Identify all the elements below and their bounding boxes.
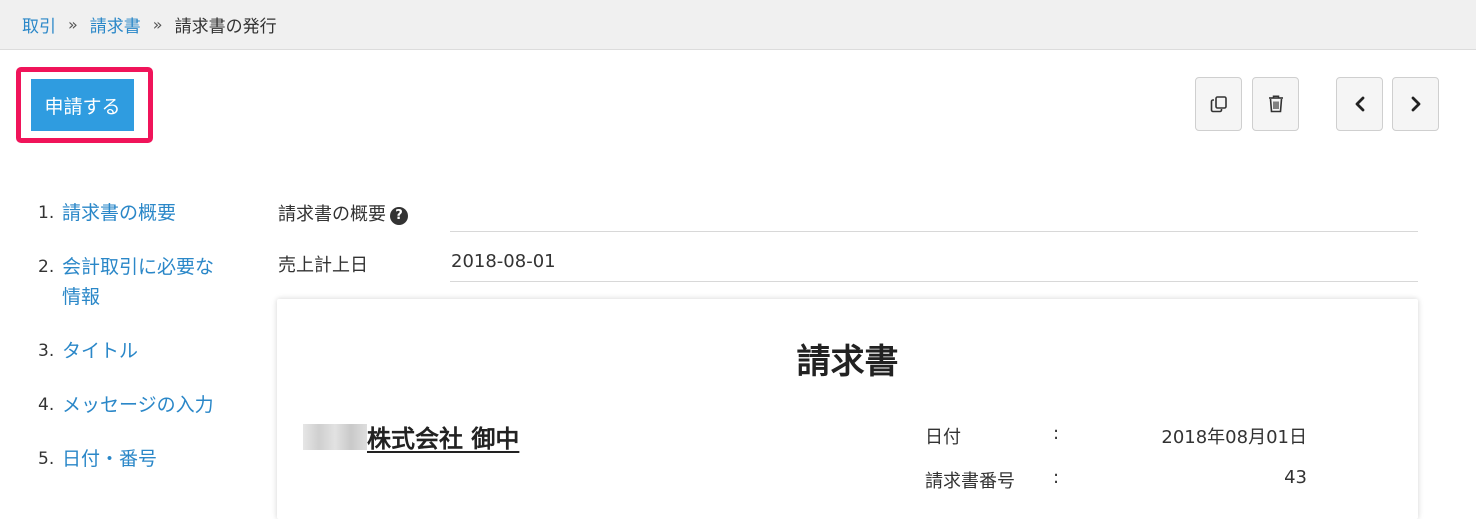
divider xyxy=(450,281,1418,282)
overview-section-label: 請求書の概要 xyxy=(278,204,386,225)
overview-section-heading: 請求書の概要? xyxy=(278,200,408,226)
breadcrumb-current: 請求書の発行 xyxy=(174,17,277,37)
section-nav-item[interactable]: 4. メッセージの入力 xyxy=(38,390,238,420)
invoice-date-label: 日付 xyxy=(925,427,961,448)
breadcrumb-separator: » xyxy=(68,15,78,34)
section-nav-number: 4. xyxy=(38,395,55,415)
chevron-left-icon xyxy=(1353,96,1367,112)
section-nav-number: 5. xyxy=(38,449,55,469)
invoice-number-value: 43 xyxy=(1284,467,1307,488)
section-nav-item[interactable]: 2. 会計取引に必要な情報 xyxy=(38,252,223,312)
trash-icon xyxy=(1267,94,1285,114)
divider xyxy=(450,231,1418,232)
section-nav-number: 3. xyxy=(38,341,55,361)
breadcrumb: 取引 » 請求書 » 請求書の発行 xyxy=(0,0,1476,50)
section-nav: 1. 請求書の概要 2. 会計取引に必要な情報 3. タイトル 4. メッセージ… xyxy=(38,198,238,474)
section-nav-number: 1. xyxy=(38,203,55,223)
copy-icon xyxy=(1209,94,1229,114)
breadcrumb-separator: » xyxy=(152,15,163,34)
copy-button[interactable] xyxy=(1195,77,1242,131)
section-nav-item[interactable]: 1. 請求書の概要 xyxy=(38,198,238,228)
section-nav-link-title[interactable]: タイトル xyxy=(62,336,138,366)
sales-date-value: 2018-08-01 xyxy=(451,251,556,272)
section-nav-number: 2. xyxy=(38,257,55,277)
section-nav-link-overview[interactable]: 請求書の概要 xyxy=(62,198,176,228)
colon: : xyxy=(1053,423,1060,444)
sales-date-label: 売上計上日 xyxy=(278,255,368,276)
section-nav-link-message[interactable]: メッセージの入力 xyxy=(62,390,214,420)
invoice-date-value: 2018年08月01日 xyxy=(1161,427,1307,448)
question-circle-icon[interactable]: ? xyxy=(390,207,408,225)
invoice-title: 請求書 xyxy=(796,342,899,382)
delete-button[interactable] xyxy=(1252,77,1299,131)
next-button[interactable] xyxy=(1392,77,1439,131)
section-nav-link-accounting-info[interactable]: 会計取引に必要な情報 xyxy=(62,252,223,312)
section-nav-link-date-number[interactable]: 日付・番号 xyxy=(62,444,157,474)
breadcrumb-link-invoices[interactable]: 請求書 xyxy=(90,12,141,37)
previous-button[interactable] xyxy=(1336,77,1383,131)
invoice-recipient: 株式会社 御中 xyxy=(367,425,520,453)
colon: : xyxy=(1053,467,1060,488)
chevron-right-icon xyxy=(1409,96,1423,112)
invoice-preview: 請求書 株式会社 御中 日付 : 2018年08月01日 請求書番号 : 43 xyxy=(277,299,1418,519)
section-nav-item[interactable]: 5. 日付・番号 xyxy=(38,444,238,474)
apply-button[interactable]: 申請する xyxy=(28,79,137,131)
section-nav-item[interactable]: 3. タイトル xyxy=(38,336,238,366)
redacted-company-name xyxy=(303,424,367,450)
breadcrumb-link-transactions[interactable]: 取引 xyxy=(22,12,56,37)
invoice-number-label: 請求書番号 xyxy=(925,471,1015,492)
